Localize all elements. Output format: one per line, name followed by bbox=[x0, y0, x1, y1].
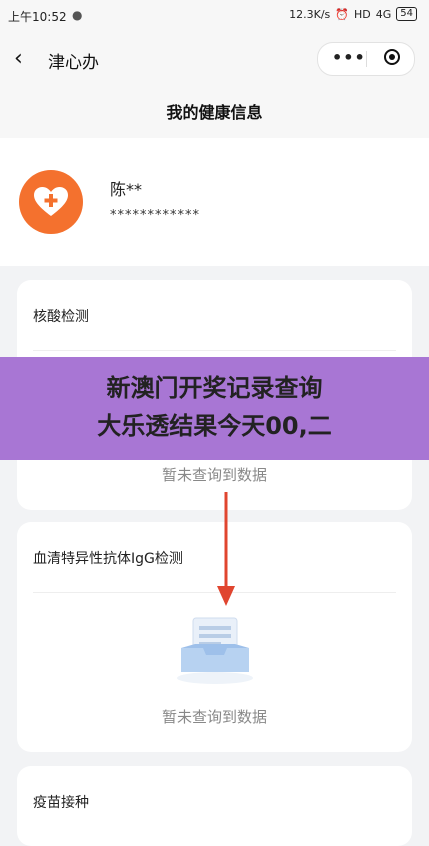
red-arrow-icon bbox=[217, 492, 235, 606]
card-title-vaccine: 疫苗接种 bbox=[33, 795, 89, 811]
status-bar: 上午10:52 ● 12.3K/s ⏰ HD 4G 54 bbox=[0, 0, 429, 30]
more-icon[interactable]: ••• bbox=[332, 48, 366, 67]
card-divider bbox=[33, 350, 396, 351]
user-id-masked: ************ bbox=[110, 208, 200, 223]
battery-icon: 54 bbox=[396, 7, 417, 21]
back-icon[interactable]: ‹ bbox=[14, 46, 23, 71]
user-name: 陈** bbox=[110, 180, 143, 199]
wechat-icon: ● bbox=[72, 8, 83, 22]
banner-line-2: 大乐透结果今天00,二 bbox=[97, 412, 332, 440]
nav-bar: ‹ 津心办 ••• bbox=[0, 30, 429, 88]
signal-4g: 4G bbox=[375, 7, 392, 21]
health-avatar bbox=[19, 170, 83, 234]
close-target-icon[interactable] bbox=[384, 49, 400, 65]
alarm-icon: ⏰ bbox=[335, 7, 349, 21]
empty-text-nucleic: 暂未查询到数据 bbox=[161, 466, 267, 484]
card-title-nucleic: 核酸检测 bbox=[33, 309, 89, 325]
mini-program-capsule: ••• bbox=[317, 42, 415, 76]
network-speed: 12.3K/s bbox=[289, 7, 331, 21]
status-right: 12.3K/s ⏰ HD 4G 54 bbox=[289, 7, 417, 21]
heart-plus-icon bbox=[34, 187, 68, 216]
profile-section: 陈** ************ bbox=[0, 138, 429, 266]
capsule-divider bbox=[366, 51, 367, 67]
status-time: 上午10:52 bbox=[8, 10, 67, 24]
banner-line-1: 新澳门开奖记录查询 bbox=[106, 374, 323, 402]
nav-title: 津心办 bbox=[48, 53, 99, 73]
card-title-antibody: 血清特异性抗体IgG检测 bbox=[33, 551, 183, 567]
vaccine-card[interactable]: 疫苗接种 bbox=[17, 766, 412, 846]
empty-document-icon bbox=[177, 617, 253, 684]
empty-text-antibody: 暂未查询到数据 bbox=[161, 708, 267, 726]
signal-hd: HD bbox=[353, 7, 371, 21]
page-title: 我的健康信息 bbox=[0, 88, 429, 138]
overlay-banner[interactable]: 新澳门开奖记录查询 大乐透结果今天00,二 bbox=[0, 357, 429, 460]
